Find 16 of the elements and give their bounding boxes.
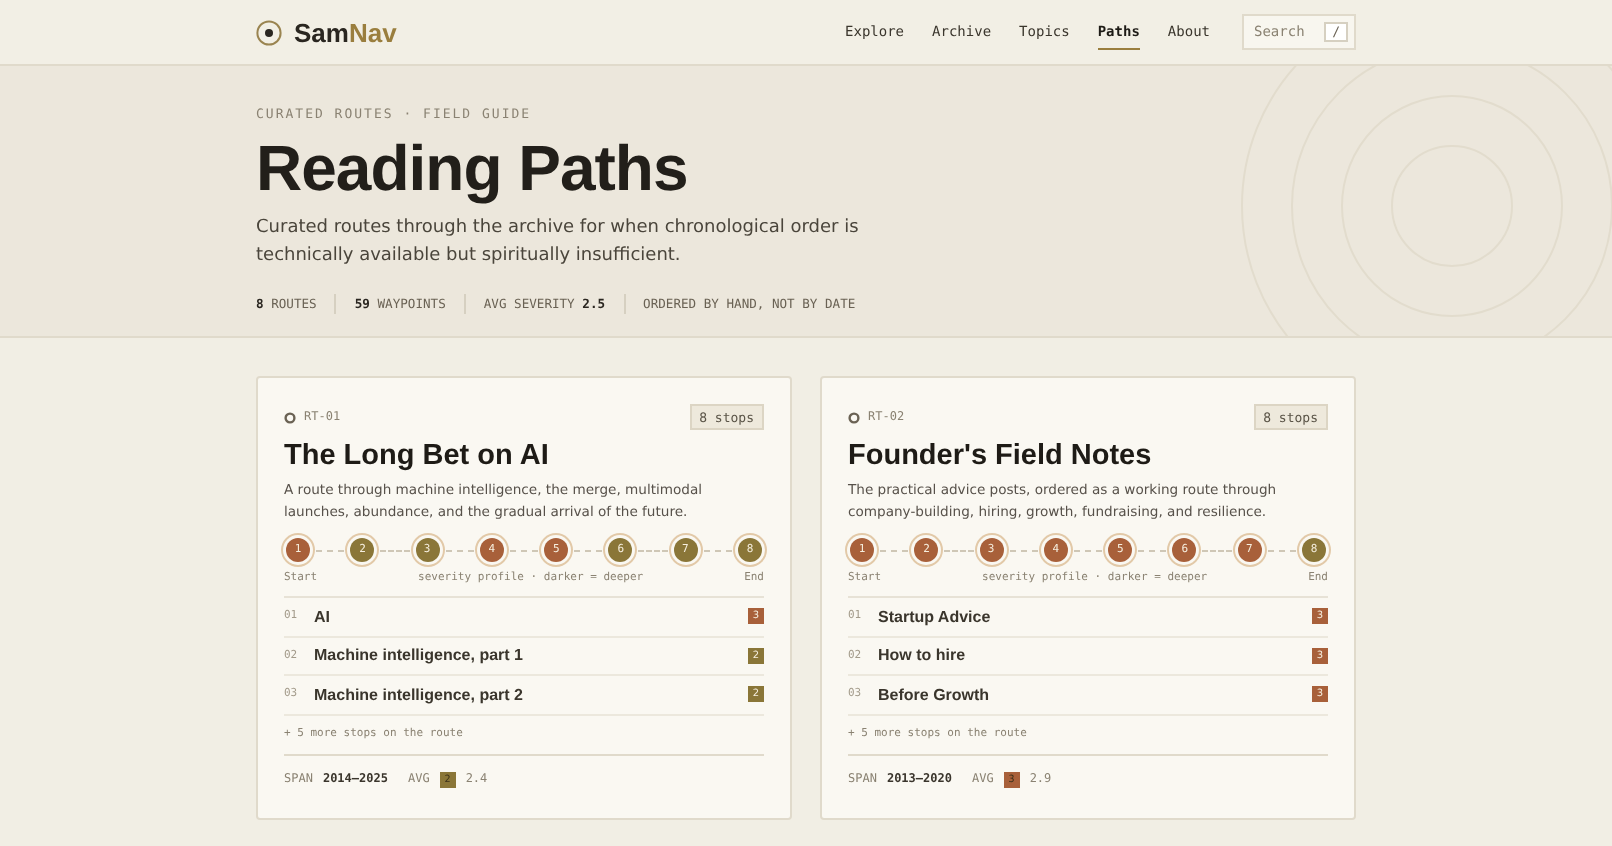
stop-title-link[interactable]: Machine intelligence, part 2 <box>314 685 748 704</box>
route-card[interactable] <box>256 376 792 820</box>
route-title: Founder's Field Notes <box>848 440 1154 472</box>
brand-name[interactable]: SamNav <box>294 17 397 47</box>
intro-paragraph: Curated routes through the archive for when chronological order is technically available but spiritually insufficient. <box>256 216 861 269</box>
ring-icon <box>848 411 860 423</box>
stop-title-link[interactable]: Startup Advice <box>878 607 1312 626</box>
route-card[interactable] <box>820 376 1356 820</box>
stop-title-link[interactable]: Before Growth <box>878 685 1312 704</box>
stop-title-link[interactable]: AI <box>314 607 748 626</box>
page-title: Reading Paths <box>256 130 690 206</box>
stop-title-link[interactable]: Machine intelligence, part 1 <box>314 646 748 665</box>
stop-title-link[interactable]: How to hire <box>878 646 1312 665</box>
route-title: The Long Bet on AI <box>284 440 551 472</box>
ring-icon <box>284 411 296 423</box>
target-logo-icon <box>256 19 282 45</box>
